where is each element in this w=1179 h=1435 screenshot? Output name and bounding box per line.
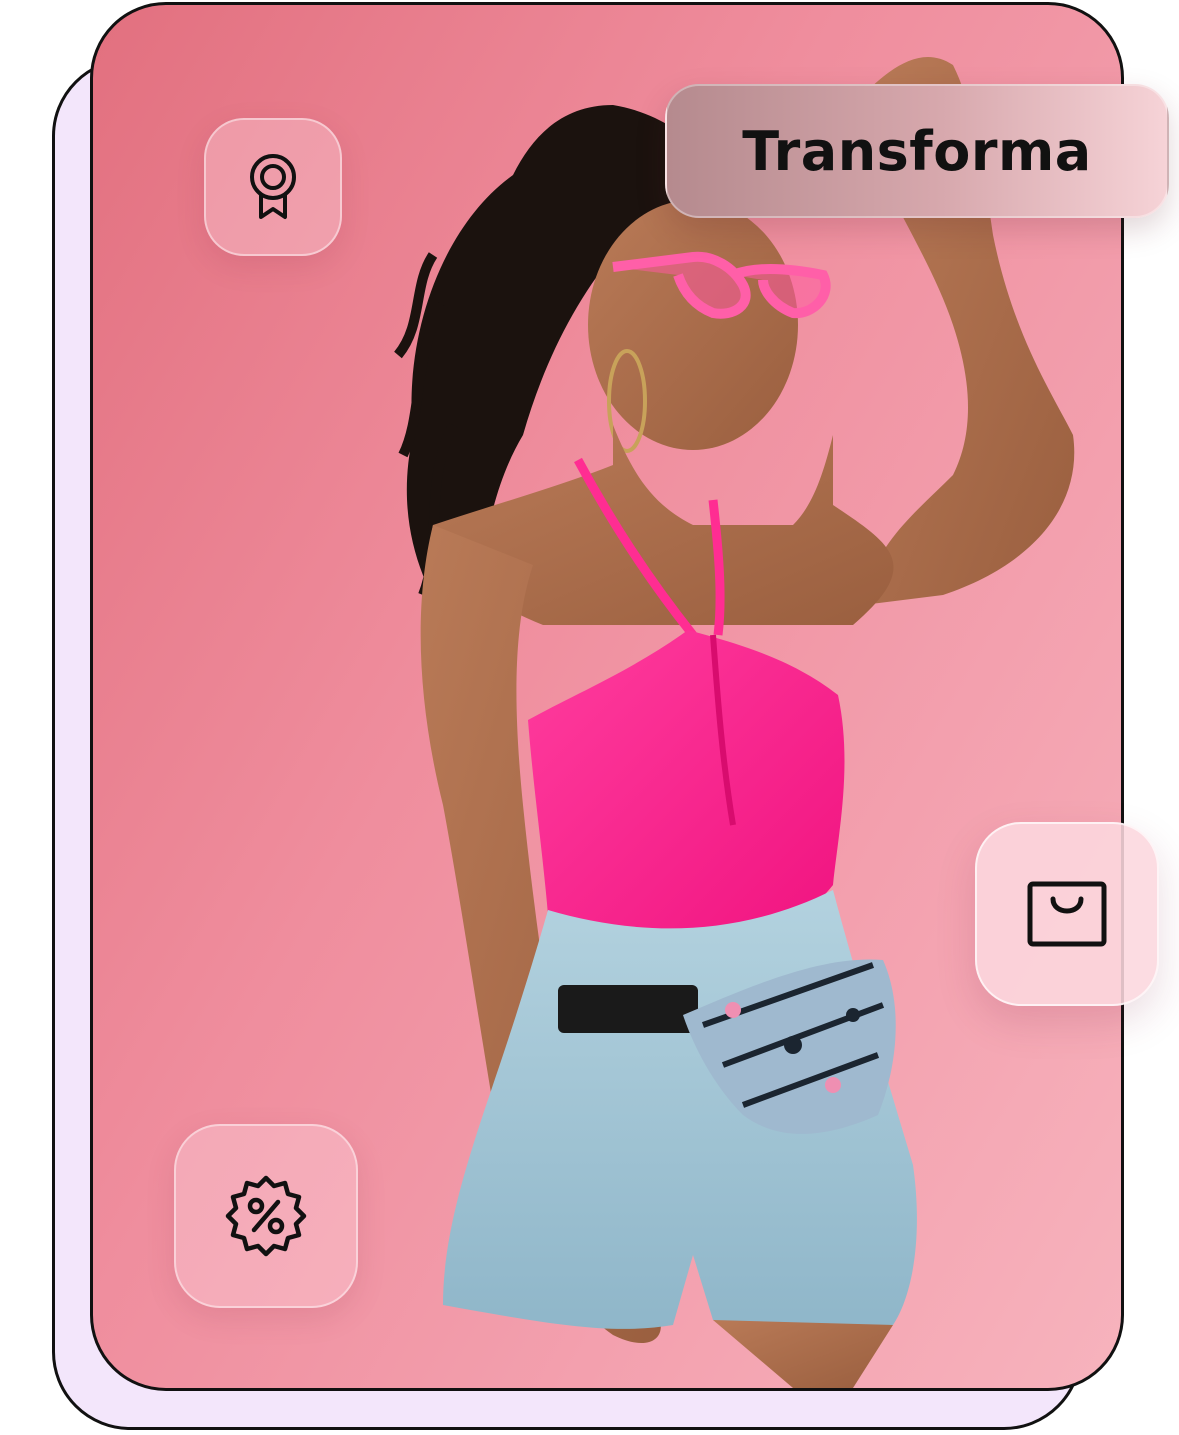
- award-ribbon-icon: [250, 154, 296, 219]
- shopping-bag-icon: [1027, 881, 1107, 947]
- award-tile: [204, 118, 342, 256]
- shopping-bag-tile: [975, 822, 1159, 1006]
- discount-percent-badge-icon: [225, 1175, 307, 1257]
- discount-tile: [174, 1124, 358, 1308]
- title-text: Transforma: [742, 119, 1092, 183]
- hero-visual: Transforma: [0, 0, 1179, 1435]
- title-pill: Transforma: [665, 84, 1169, 218]
